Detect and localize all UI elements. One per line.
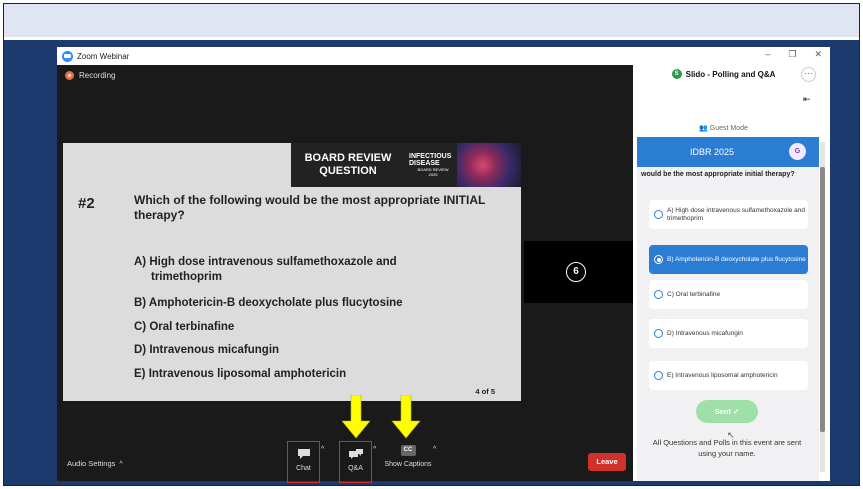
- scrollbar[interactable]: [820, 142, 825, 472]
- poll-option-c[interactable]: C) Oral terbinafine: [649, 280, 808, 309]
- event-bar: IDBR 2025 G: [637, 137, 819, 167]
- restore-icon[interactable]: ❐: [788, 49, 796, 60]
- yellow-arrow-icon: [391, 395, 421, 439]
- virus-illustration: [457, 143, 521, 187]
- scrollbar-thumb[interactable]: [820, 167, 825, 432]
- board-review-banner: BOARD REVIEW QUESTION INFECTIOUS DISEASE…: [291, 143, 521, 187]
- slide-option-b: B) Amphotericin-B deoxycholate plus fluc…: [134, 297, 403, 309]
- zoom-logo-icon: [62, 50, 73, 62]
- poll-option-label: C) Oral terbinafine: [667, 290, 721, 298]
- chat-label: Chat: [296, 465, 311, 472]
- banner-line-1: BOARD REVIEW: [304, 152, 392, 164]
- closed-captions-icon: CC: [400, 445, 416, 456]
- question-number: #2: [78, 195, 95, 212]
- guest-icon: 👥: [699, 125, 708, 132]
- poll-question: would be the most appropriate initial th…: [641, 171, 795, 178]
- slido-poll-area: IDBR 2025 G would be the most appropriat…: [637, 137, 819, 481]
- slide-option-c: C) Oral terbinafine: [134, 321, 235, 333]
- logo-text-3: 2025: [428, 172, 438, 177]
- logo-text-1: INFECTIOUS DISEASE: [409, 153, 452, 167]
- slide-option-a: A) High dose intravenous sulfamethoxazol…: [134, 256, 397, 268]
- infectious-disease-logo: INFECTIOUS DISEASE BOARD REVIEW 2025: [409, 143, 457, 187]
- participant-video-tile[interactable]: 6: [524, 241, 633, 303]
- event-name: IDBR 2025: [689, 147, 735, 157]
- zoom-webinar-window: Zoom Webinar Recording BOARD REVIEW QUES…: [57, 47, 633, 483]
- collapse-panel-icon[interactable]: ⇤: [803, 94, 811, 105]
- record-icon: [65, 71, 74, 80]
- close-icon[interactable]: ✕: [814, 49, 822, 60]
- radio-icon: [654, 329, 663, 338]
- poll-option-label: E) Intravenous liposomal amphotericin: [667, 371, 778, 379]
- radio-icon: [654, 210, 663, 219]
- show-captions-label: Show Captions: [384, 461, 432, 468]
- qa-icon: [348, 449, 363, 459]
- window-title: Zoom Webinar: [77, 51, 130, 61]
- more-options-button[interactable]: ···: [801, 67, 816, 82]
- window-controls: – ❐ ✕: [765, 49, 822, 60]
- audio-settings-label: Audio Settings: [67, 459, 116, 468]
- radio-icon: [654, 290, 663, 299]
- chevron-up-icon: ^: [119, 461, 123, 468]
- chat-button[interactable]: Chat: [287, 441, 320, 483]
- show-captions-button[interactable]: CC Show Captions: [382, 441, 434, 468]
- audio-settings-button[interactable]: Audio Settings ^: [67, 459, 123, 468]
- slido-panel: – ❐ ✕ S Slido - Polling and Q&A ··· ⇤ 👥 …: [633, 47, 830, 481]
- poll-option-label: B) Amphotericin-B deoxycholate plus fluc…: [667, 255, 806, 263]
- qa-options-chevron-icon[interactable]: ^: [373, 446, 376, 453]
- meeting-toolbar: Audio Settings ^ Chat ^ Q&A ^ CC Show Cap…: [57, 434, 633, 483]
- poll-option-b[interactable]: B) Amphotericin-B deoxycholate plus fluc…: [649, 245, 808, 274]
- sent-button[interactable]: Sent ✓: [696, 400, 758, 423]
- recording-label: Recording: [79, 71, 116, 80]
- radio-icon: [654, 371, 663, 380]
- qa-button[interactable]: Q&A: [339, 441, 372, 483]
- poll-option-e[interactable]: E) Intravenous liposomal amphotericin: [649, 361, 808, 390]
- poll-option-label: A) High dose intravenous sulfamethoxazol…: [667, 207, 806, 222]
- banner-line-2: QUESTION: [319, 165, 377, 177]
- yellow-arrow-icon: [341, 395, 371, 439]
- guest-mode-label: 👥 Guest Mode: [633, 124, 814, 132]
- poll-option-d[interactable]: D) Intravenous micafungin: [649, 319, 808, 348]
- slide-header-bar: [4, 4, 859, 37]
- chat-options-chevron-icon[interactable]: ^: [321, 446, 324, 453]
- captions-options-chevron-icon[interactable]: ^: [433, 446, 436, 453]
- guest-mode-text: Guest Mode: [709, 125, 748, 132]
- qa-label: Q&A: [348, 465, 363, 472]
- participant-count-badge: 6: [566, 262, 586, 282]
- slido-logo-icon: S: [671, 69, 682, 79]
- radio-selected-icon: [654, 255, 663, 264]
- question-text: Which of the following would be the most…: [134, 193, 486, 222]
- slido-title: Slido - Polling and Q&A: [685, 69, 776, 79]
- slide-header-rule: [4, 37, 859, 40]
- title-bar: Zoom Webinar: [57, 47, 633, 65]
- slide-option-e: E) Intravenous liposomal amphotericin: [134, 368, 347, 380]
- shared-slide: BOARD REVIEW QUESTION INFECTIOUS DISEASE…: [63, 143, 521, 401]
- slido-header: S Slido - Polling and Q&A: [633, 69, 814, 79]
- privacy-note: All Questions and Polls in this event ar…: [652, 438, 802, 458]
- minimize-icon[interactable]: –: [765, 49, 770, 60]
- presentation-frame: Zoom Webinar Recording BOARD REVIEW QUES…: [3, 3, 860, 486]
- slide-page-number: 4 of 5: [475, 387, 495, 396]
- avatar[interactable]: G: [789, 143, 806, 160]
- slide-option-a-cont: trimethoprim: [151, 271, 222, 283]
- leave-button[interactable]: Leave: [588, 453, 626, 471]
- chat-icon: [297, 449, 310, 459]
- poll-option-label: D) Intravenous micafungin: [667, 329, 743, 337]
- slide-option-d: D) Intravenous micafungin: [134, 344, 280, 356]
- recording-indicator[interactable]: Recording: [65, 71, 115, 80]
- poll-option-a[interactable]: A) High dose intravenous sulfamethoxazol…: [649, 200, 808, 229]
